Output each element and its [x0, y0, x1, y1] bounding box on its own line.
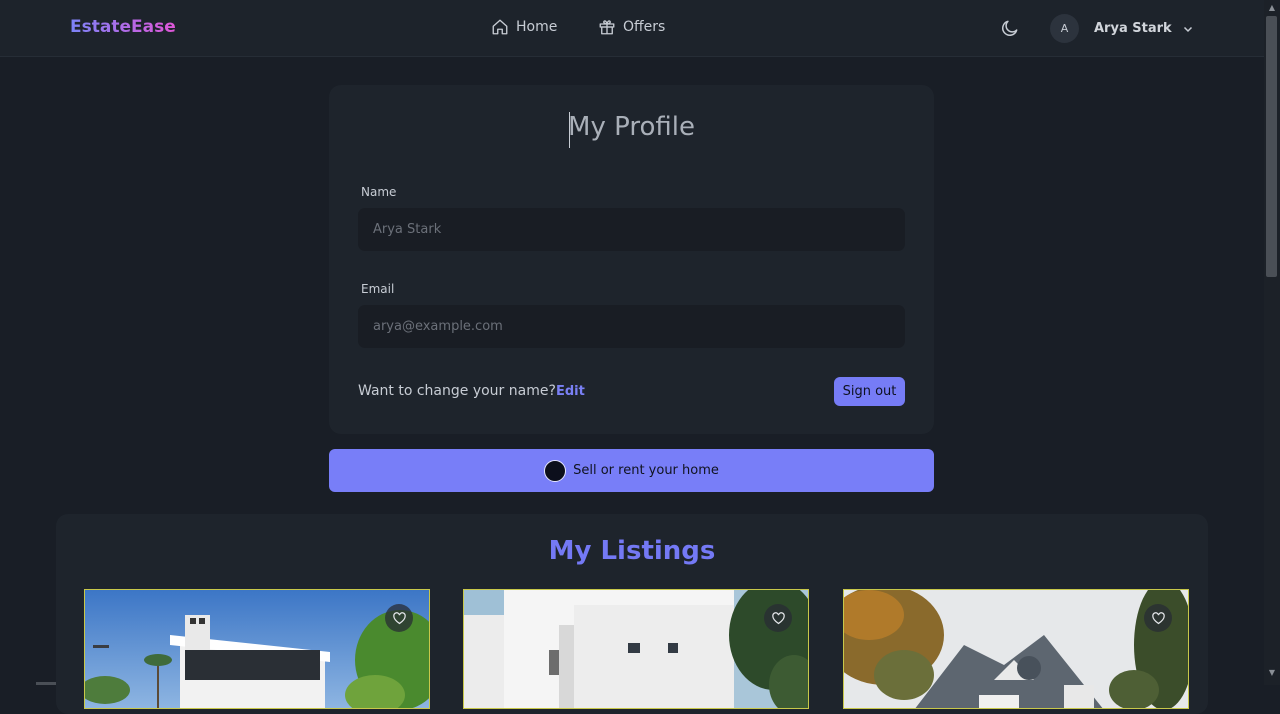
sign-out-button[interactable]: Sign out: [834, 377, 905, 406]
brand-logo[interactable]: EstateEase: [70, 17, 176, 37]
favorite-button[interactable]: [385, 604, 413, 632]
listing-card[interactable]: [84, 589, 430, 709]
name-field[interactable]: Arya Stark: [358, 208, 905, 251]
name-field-placeholder: Arya Stark: [373, 222, 442, 237]
sell-button-label: Sell or rent your home: [573, 463, 719, 478]
moon-icon[interactable]: [1000, 18, 1020, 38]
navbar: EstateEase Home Offers A Arya Stark: [0, 0, 1264, 57]
scrollbar-thumb[interactable]: [1266, 16, 1277, 277]
listing-image: [85, 590, 429, 708]
user-name: Arya Stark: [1094, 21, 1172, 36]
sell-or-rent-button[interactable]: Sell or rent your home: [329, 449, 934, 492]
page-title: My Profile: [568, 112, 695, 142]
favorite-button[interactable]: [764, 604, 792, 632]
heart-icon: [1151, 611, 1165, 624]
chevron-down-icon: [1183, 26, 1192, 32]
email-field[interactable]: arya@example.com: [358, 305, 905, 348]
home-icon: [492, 19, 508, 35]
nav-offers-label: Offers: [623, 19, 666, 35]
profile-card: My Profile Name Arya Stark Email arya@ex…: [329, 85, 934, 434]
listings-title: My Listings: [548, 536, 716, 566]
listing-image: [464, 590, 808, 708]
nav-offers[interactable]: Offers: [598, 18, 665, 36]
scroll-down-arrow[interactable]: ▼: [1267, 668, 1277, 678]
edit-link[interactable]: Edit: [556, 384, 585, 399]
listing-card[interactable]: [463, 589, 809, 709]
avatar: A: [1050, 14, 1079, 43]
gift-icon: [599, 20, 615, 35]
favorite-button[interactable]: [1144, 604, 1172, 632]
user-menu[interactable]: A Arya Stark: [1050, 14, 1194, 43]
home-circle-icon: [544, 459, 567, 482]
nav-home-label: Home: [516, 19, 558, 35]
heart-icon: [771, 611, 785, 624]
nav-home[interactable]: Home: [491, 18, 557, 36]
heart-icon: [392, 611, 406, 624]
email-field-placeholder: arya@example.com: [373, 319, 503, 334]
listings-section: My Listings: [56, 514, 1208, 714]
listing-image: [844, 590, 1188, 708]
email-label: Email: [361, 282, 395, 296]
change-name-text: Want to change your name?: [358, 383, 556, 399]
name-label: Name: [361, 185, 397, 199]
scroll-up-arrow[interactable]: ▲: [1267, 3, 1277, 13]
listing-card[interactable]: [843, 589, 1189, 709]
